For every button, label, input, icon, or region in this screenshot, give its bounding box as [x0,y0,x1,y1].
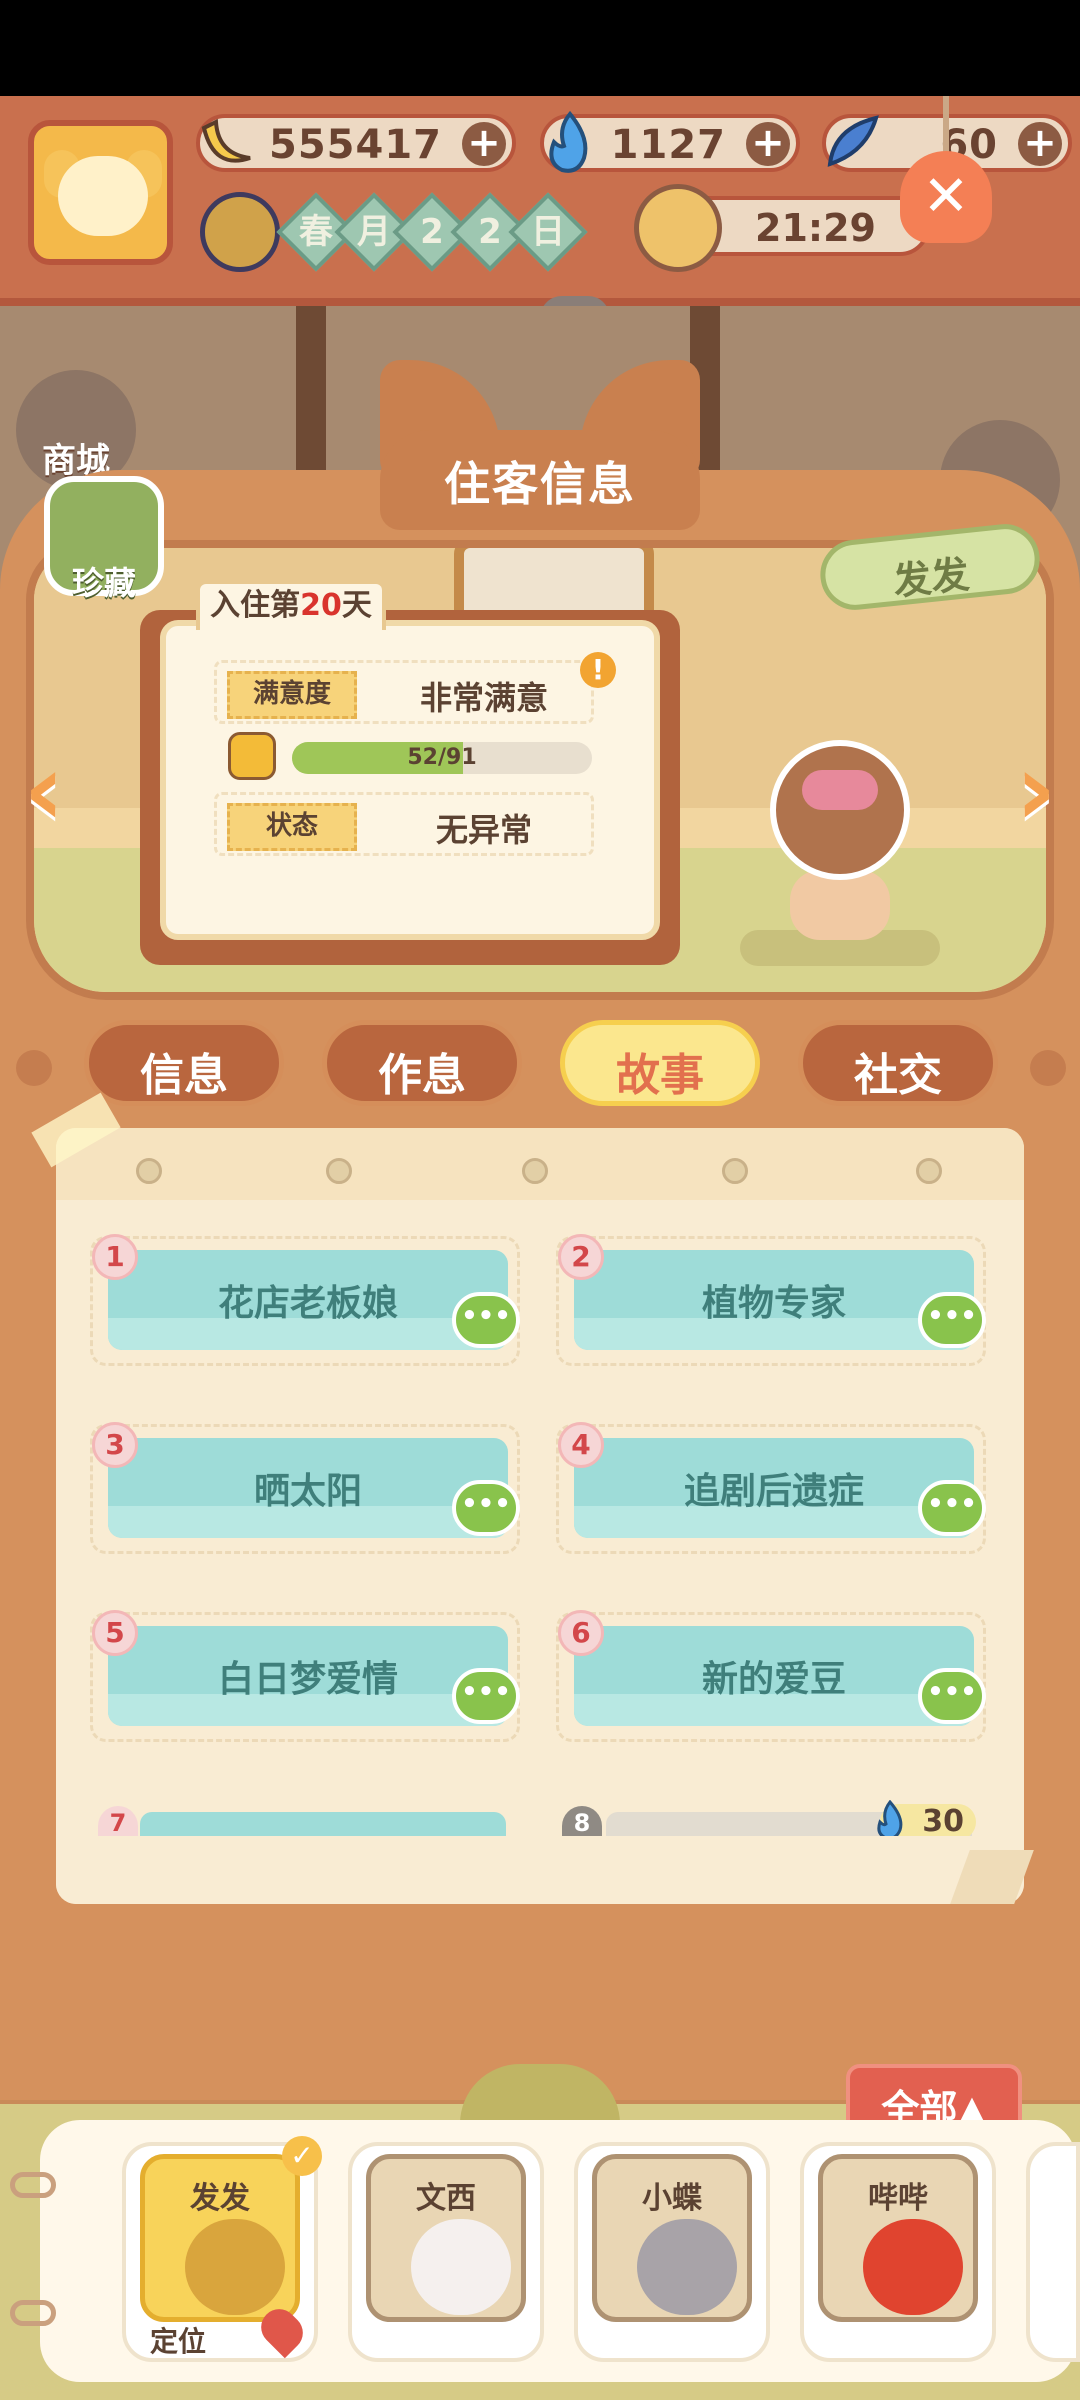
banana-currency: 555417 + [196,114,516,172]
binder-hole [136,1158,162,1184]
story-item[interactable]: 追剧后遗症 4 ••• [556,1422,986,1554]
next-guest-arrow-icon[interactable]: › [996,740,1076,840]
locate-label[interactable]: 定位 [150,2320,206,2360]
story-title: 追剧后遗症 [683,1471,864,1512]
satisfaction-progress: 52/91 [292,742,592,774]
binder-ring-icon [10,2172,56,2198]
story-number: 5 [92,1610,138,1656]
season-date: 春 月 2 2 日 [200,192,590,272]
pig-snout-icon [802,770,878,810]
guest-card[interactable]: 文西 [348,2142,544,2362]
moon-badge-icon [200,192,280,272]
check-icon: ✓ [282,2136,322,2176]
satisfaction-value: 非常满意 [419,679,548,717]
binder-hole [916,1158,942,1184]
add-feather-button[interactable]: + [1018,122,1062,166]
sunflower-portrait-icon [185,2219,285,2315]
tag-rope [943,96,949,156]
tab-schedule[interactable]: 作息 [322,1020,522,1106]
story-title: 白日梦爱情 [217,1659,398,1700]
story-title: 晒太阳 [253,1471,362,1512]
blue-flame-icon [549,110,588,173]
player-avatar[interactable] [28,120,173,265]
guest-card-name: 发发 [190,2181,250,2216]
collection-button[interactable]: 珍藏 [44,476,164,602]
story-title: 花店老板娘 [217,1283,398,1324]
season-char: 日 [508,192,588,272]
story-number: 2 [558,1234,604,1280]
notebook-bottom [56,1836,1024,1904]
status-label: 状态 [227,803,357,851]
thumbs-up-icon [228,732,276,780]
guest-head [770,740,910,880]
prev-guest-arrow-icon[interactable]: ‹ [4,740,84,840]
guest-character [740,740,940,966]
clock: 21:29 [634,184,930,272]
stay-days-tab: 入住第20天 [196,580,386,630]
guest-card-partial[interactable] [1026,2142,1080,2362]
story-item[interactable]: 晒太阳 3 ••• [90,1422,520,1554]
guest-card[interactable]: 小蝶 [574,2142,770,2362]
binder-hole [522,1158,548,1184]
panel-title-plate: 住客信息 [380,430,700,530]
chat-bubble-icon: ••• [918,1292,986,1348]
clock-icon [634,184,722,272]
chat-bubble-icon: ••• [452,1480,520,1536]
fire-currency: 1127 + [540,110,800,173]
tab-info[interactable]: 信息 [84,1020,284,1106]
progress-text: 52/91 [407,745,477,770]
add-banana-button[interactable]: + [462,122,506,166]
chat-bubble-icon: ••• [452,1292,520,1348]
collection-label: 珍藏 [71,564,136,602]
story-number: 1 [92,1234,138,1280]
story-item[interactable]: 花店老板娘 1 ••• [90,1234,520,1366]
status-bar [0,0,1080,96]
binder-hole [722,1158,748,1184]
stay-days: 20 [300,588,342,623]
story-number: 4 [558,1422,604,1468]
satisfaction-row: 满意度 非常满意 [214,660,594,724]
paw-icon [1030,1050,1066,1086]
tab-social[interactable]: 社交 [798,1020,998,1106]
bird-portrait-icon [863,2219,963,2315]
satisfaction-label: 满意度 [227,671,357,719]
story-item[interactable]: 植物专家 2 ••• [556,1234,986,1366]
status-value: 无异常 [435,811,532,849]
banana-value: 555417 [269,122,442,168]
bug-portrait-icon [637,2219,737,2315]
story-number: 6 [558,1610,604,1656]
guest-body [790,870,890,940]
guest-card-name: 文西 [416,2181,476,2216]
alert-icon[interactable]: ! [580,652,616,688]
story-title: 新的爱豆 [701,1659,846,1700]
add-fire-button[interactable]: + [746,122,790,166]
mouse-portrait-icon [411,2219,511,2315]
fire-value: 1127 [610,122,726,168]
chat-bubble-icon: ••• [918,1668,986,1724]
avatar-face [58,156,148,236]
blue-feather-icon [827,115,879,167]
chat-bubble-icon: ••• [918,1480,986,1536]
story-item[interactable]: 白日梦爱情 5 ••• [90,1610,520,1742]
paw-icon [16,1050,52,1086]
guest-card-name: 小蝶 [642,2181,702,2216]
blue-flame-icon [877,1800,903,1840]
clock-time: 21:29 [755,206,876,250]
panel-title: 住客信息 [444,457,636,511]
tab-story[interactable]: 故事 [560,1020,760,1106]
guest-card-name: 哔哔 [868,2181,928,2216]
status-row: 状态 无异常 [214,792,594,856]
story-item-7-partial[interactable] [140,1812,506,1836]
chat-bubble-icon: ••• [452,1668,520,1724]
binder-ring-icon [10,2300,56,2326]
close-icon[interactable]: ✕ [900,151,992,243]
banana-icon [201,118,251,163]
close-tag[interactable]: ✕ [900,96,992,256]
story-title: 植物专家 [701,1283,846,1324]
guest-card[interactable]: 哔哔 [800,2142,996,2362]
story-number: 3 [92,1422,138,1468]
binder-hole [326,1158,352,1184]
story-item[interactable]: 新的爱豆 6 ••• [556,1610,986,1742]
